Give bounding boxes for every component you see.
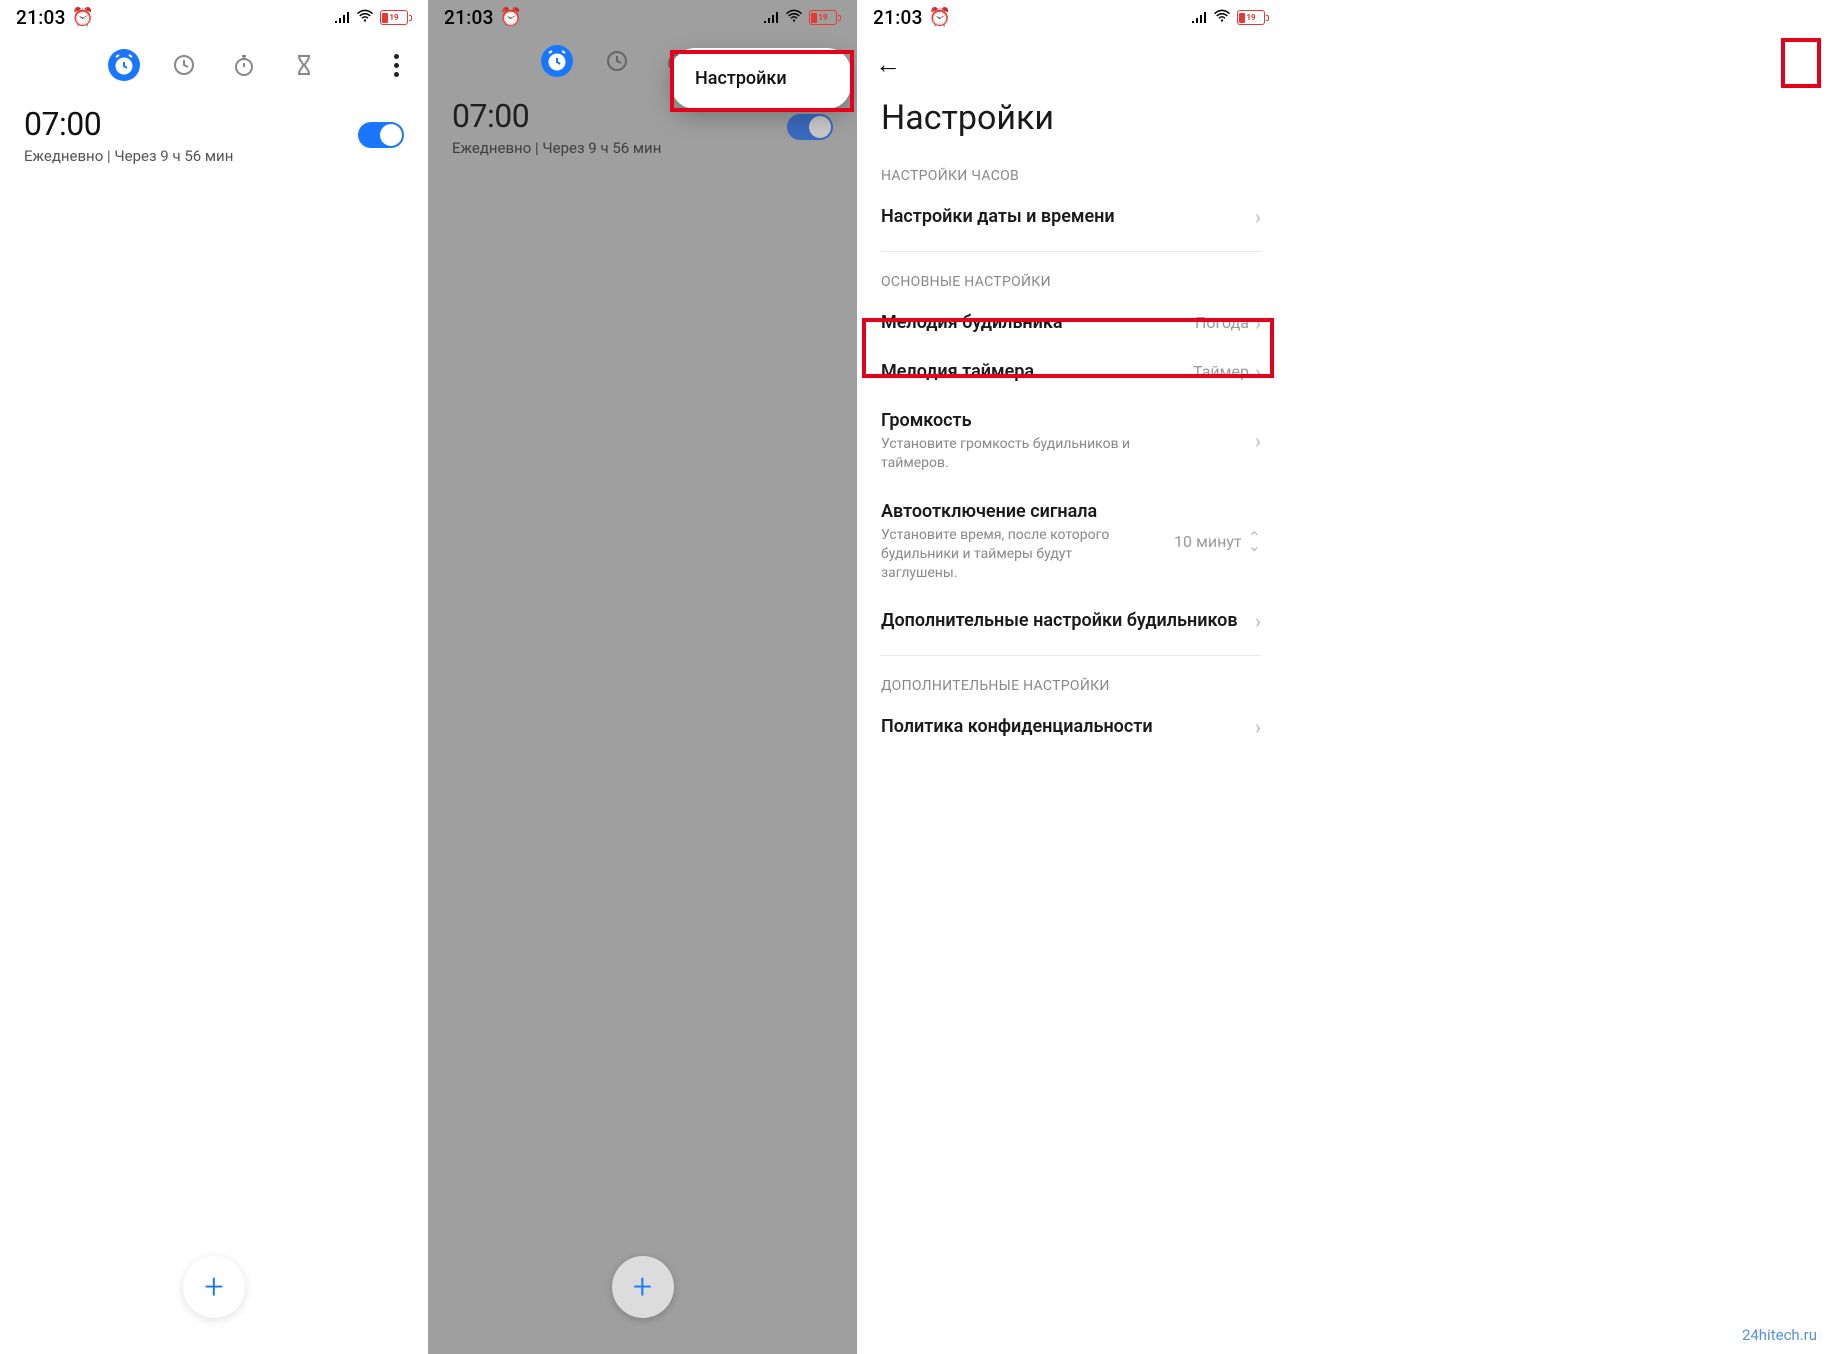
chevron-right-icon: › <box>1255 431 1261 451</box>
status-bar: 21:03 ⏰ 19 <box>0 0 428 33</box>
clock-app-alarm-screen: 21:03 ⏰ 19 <box>0 0 428 1354</box>
tab-stopwatch[interactable] <box>228 49 260 81</box>
chevron-right-icon: › <box>1255 362 1261 382</box>
alarm-status-icon: ⏰ <box>929 7 951 28</box>
row-volume[interactable]: Громкость Установите громкость будильник… <box>857 396 1285 487</box>
updown-icon: ⌃⌄ <box>1248 534 1261 550</box>
tab-alarm[interactable] <box>108 49 140 81</box>
chevron-right-icon: › <box>1255 313 1261 333</box>
section-main-settings: ОСНОВНЫЕ НАСТРОЙКИ <box>857 262 1285 298</box>
row-alarm-sound[interactable]: Мелодия будильника Погода › <box>857 298 1285 347</box>
divider <box>881 655 1261 656</box>
status-time: 21:03 <box>16 6 66 29</box>
alarm-sound-value: Погода <box>1195 313 1249 332</box>
auto-off-value: 10 минут <box>1174 532 1242 551</box>
popup-item-settings[interactable]: Настройки <box>695 68 827 89</box>
tab-alarm[interactable] <box>541 45 573 77</box>
section-extra-settings: ДОПОЛНИТЕЛЬНЫЕ НАСТРОЙКИ <box>857 666 1285 702</box>
section-clock-settings: НАСТРОЙКИ ЧАСОВ <box>857 156 1285 192</box>
chevron-right-icon: › <box>1255 717 1261 737</box>
alarm-time: 07:00 <box>24 105 358 143</box>
tab-clock[interactable] <box>168 49 200 81</box>
row-privacy[interactable]: Политика конфиденциальности › <box>857 702 1285 751</box>
battery-icon: 19 <box>380 10 412 25</box>
add-alarm-button[interactable]: + <box>612 1256 674 1318</box>
wifi-icon <box>356 7 374 28</box>
chevron-right-icon: › <box>1255 207 1261 227</box>
row-auto-off[interactable]: Автоотключение сигнала Установите время,… <box>857 487 1285 597</box>
status-bar: 21:03 ⏰ 19 <box>428 0 857 33</box>
plus-icon: + <box>204 1270 223 1304</box>
signal-icon <box>334 7 352 28</box>
row-timer-sound[interactable]: Мелодия таймера Таймер › <box>857 347 1285 396</box>
signal-icon <box>763 7 781 28</box>
tab-timer[interactable] <box>288 49 320 81</box>
overflow-popup: Настройки <box>671 48 851 109</box>
chevron-right-icon: › <box>1255 611 1261 631</box>
row-date-time[interactable]: Настройки даты и времени › <box>857 192 1285 241</box>
alarm-item[interactable]: 07:00 Ежедневно | Через 9 ч 56 мин <box>0 89 428 173</box>
status-bar: 21:03 ⏰ 19 <box>857 0 1285 33</box>
alarm-toggle[interactable] <box>358 122 404 148</box>
page-title: Настройки <box>857 88 1285 156</box>
alarm-toggle[interactable] <box>787 114 833 140</box>
divider <box>881 251 1261 252</box>
add-alarm-button[interactable]: + <box>183 1256 245 1318</box>
clock-settings-screen: 21:03 ⏰ 19 ← Настройки НАСТРОЙКИ ЧАСОВ Н… <box>857 0 1285 1354</box>
status-time: 21:03 <box>444 6 494 29</box>
battery-icon: 19 <box>1237 10 1269 25</box>
alarm-status-icon: ⏰ <box>72 7 94 28</box>
tab-bar <box>0 33 428 89</box>
battery-icon: 19 <box>809 10 841 25</box>
row-extra-alarm[interactable]: Дополнительные настройки будильников › <box>857 596 1285 645</box>
alarm-subtitle: Ежедневно | Через 9 ч 56 мин <box>452 139 787 157</box>
wifi-icon <box>785 7 803 28</box>
watermark: 24hitech.ru <box>1742 1326 1817 1344</box>
overflow-menu-button[interactable] <box>380 45 412 85</box>
clock-app-overflow-open: 21:03 ⏰ 19 <box>428 0 857 1354</box>
back-button[interactable]: ← <box>875 50 901 80</box>
alarm-subtitle: Ежедневно | Через 9 ч 56 мин <box>24 147 358 165</box>
plus-icon: + <box>633 1270 652 1304</box>
signal-icon <box>1191 7 1209 28</box>
timer-sound-value: Таймер <box>1193 362 1249 381</box>
status-time: 21:03 <box>873 6 923 29</box>
tab-clock[interactable] <box>601 45 633 77</box>
alarm-status-icon: ⏰ <box>500 7 522 28</box>
wifi-icon <box>1213 7 1231 28</box>
